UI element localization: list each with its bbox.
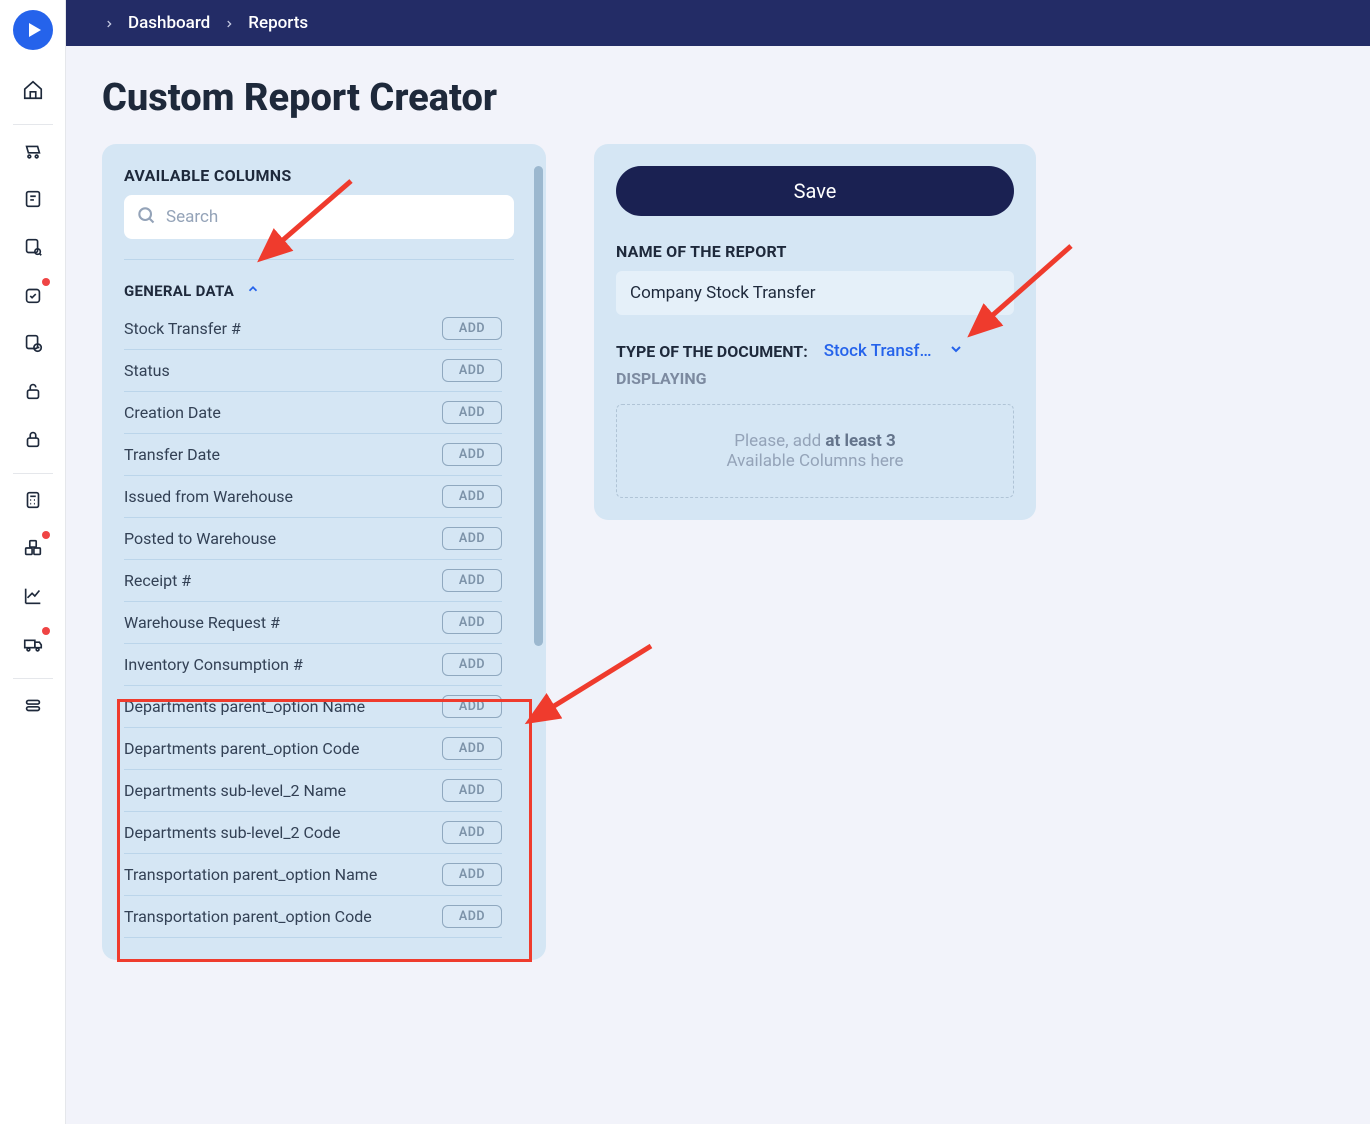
notification-dot [42,531,50,539]
breadcrumb-dashboard[interactable]: Dashboard [128,13,210,33]
column-label: Departments parent_option Code [124,739,359,758]
column-label: Inventory Consumption # [124,655,303,674]
notification-dot [42,278,50,286]
column-label: Stock Transfer # [124,319,241,338]
chevron-right-icon [104,14,114,33]
unlock-icon[interactable] [13,371,53,411]
column-item: Stock Transfer # ADD [124,308,502,350]
column-label: Posted to Warehouse [124,529,276,548]
available-columns-panel: AVAILABLE COLUMNS GENERAL DATA Stock Tra… [102,144,546,960]
add-button[interactable]: ADD [442,317,502,340]
column-item: Transfer Date ADD [124,434,502,476]
home-icon[interactable] [13,70,53,110]
column-item: Inventory Consumption # ADD [124,644,502,686]
displaying-label: DISPLAYING [616,369,1014,388]
report-settings-panel: Save NAME OF THE REPORT TYPE OF THE DOCU… [594,144,1036,520]
add-button[interactable]: ADD [442,569,502,592]
add-button[interactable]: ADD [442,653,502,676]
add-button[interactable]: ADD [442,611,502,634]
column-item: Transportation parent_option Name ADD [124,854,502,896]
column-item: Departments sub-level_2 Name ADD [124,770,502,812]
add-button[interactable]: ADD [442,527,502,550]
column-label: Transportation parent_option Code [124,907,372,926]
add-button[interactable]: ADD [442,443,502,466]
column-label: Transportation parent_option Name [124,865,377,884]
save-button[interactable]: Save [616,166,1014,216]
chevron-down-icon[interactable] [948,341,964,361]
column-item: Status ADD [124,350,502,392]
column-label: Status [124,361,170,380]
column-label: Departments sub-level_2 Code [124,823,341,842]
column-item: Creation Date ADD [124,392,502,434]
group-title: GENERAL DATA [124,282,234,300]
add-button[interactable]: ADD [442,905,502,928]
column-label: Departments parent_option Name [124,697,365,716]
add-button[interactable]: ADD [442,485,502,508]
calculator-icon[interactable] [13,480,53,520]
sidebar-separator-3 [13,678,53,679]
settings-icon[interactable] [13,685,53,725]
sidebar-separator [13,124,53,125]
search-wrap [124,195,514,239]
type-label: TYPE OF THE DOCUMENT: [616,342,808,361]
add-button[interactable]: ADD [442,737,502,760]
clock-doc-icon[interactable] [13,323,53,363]
search-icon [136,205,156,229]
column-item: Departments sub-level_2 Code ADD [124,812,502,854]
column-item: Issued from Warehouse ADD [124,476,502,518]
invoice-icon[interactable] [13,179,53,219]
column-label: Transfer Date [124,445,220,464]
approve-icon[interactable] [13,275,53,315]
column-item: Departments parent_option Name ADD [124,686,502,728]
app-logo[interactable] [13,10,53,50]
add-button[interactable]: ADD [442,779,502,802]
divider [124,259,514,260]
truck-icon[interactable] [13,624,53,664]
chart-icon[interactable] [13,576,53,616]
notification-dot [42,627,50,635]
dropzone-text-bold: at least 3 [825,431,895,451]
column-label: Departments sub-level_2 Name [124,781,346,800]
column-item: Departments parent_option Code ADD [124,728,502,770]
chevron-up-icon [246,282,260,300]
column-label: Issued from Warehouse [124,487,293,506]
scrollbar[interactable] [534,166,543,646]
breadcrumb-reports[interactable]: Reports [248,13,308,33]
column-item: Warehouse Request # ADD [124,602,502,644]
add-button[interactable]: ADD [442,359,502,382]
columns-drop-zone[interactable]: Please, add at least 3 Available Columns… [616,404,1014,498]
add-button[interactable]: ADD [442,863,502,886]
report-name-input[interactable] [616,271,1014,315]
add-button[interactable]: ADD [442,695,502,718]
column-item: Receipt # ADD [124,560,502,602]
column-label: Warehouse Request # [124,613,280,632]
group-header-general[interactable]: GENERAL DATA [124,282,524,300]
add-button[interactable]: ADD [442,401,502,424]
chevron-right-icon [224,14,234,33]
name-label: NAME OF THE REPORT [616,242,1014,261]
inventory-icon[interactable] [13,528,53,568]
lock-icon[interactable] [13,419,53,459]
document-type-select[interactable]: Stock Transf… [824,341,932,361]
sidebar [0,0,66,1124]
dropzone-text-line2: Available Columns here [627,451,1003,471]
available-columns-header: AVAILABLE COLUMNS [124,166,524,185]
cart-icon[interactable] [13,131,53,171]
column-label: Receipt # [124,571,191,590]
sidebar-separator-2 [13,473,53,474]
column-item: Transportation parent_option Code ADD [124,896,502,938]
column-item: Posted to Warehouse ADD [124,518,502,560]
dropzone-text-prefix: Please, add [734,431,825,451]
breadcrumb-bar: Dashboard Reports [66,0,1370,46]
add-button[interactable]: ADD [442,821,502,844]
search-input[interactable] [166,207,502,227]
column-label: Creation Date [124,403,221,422]
page-title: Custom Report Creator [102,76,1334,120]
document-search-icon[interactable] [13,227,53,267]
